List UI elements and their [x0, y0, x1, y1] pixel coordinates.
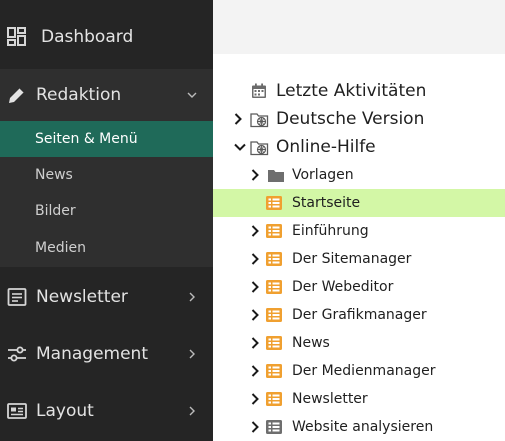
nav-seiten-menu[interactable]: Seiten & Menü: [0, 121, 213, 157]
tree-item-label: Einführung: [292, 223, 369, 239]
tree-item-der-grafikmanager[interactable]: Der Grafikmanager: [213, 301, 505, 329]
nav-seiten-menu-label: Seiten & Menü: [35, 131, 138, 147]
page-list-icon: [264, 362, 284, 380]
tree-item-website-analysieren[interactable]: Website analysieren: [213, 413, 505, 441]
tree-item-label: Startseite: [292, 195, 361, 211]
chevron-right-icon[interactable]: [231, 112, 245, 126]
page-list-icon: [264, 250, 284, 268]
nav-layout[interactable]: Layout: [0, 382, 213, 439]
page-list-icon: [264, 278, 284, 296]
tree-item-deutsche-version[interactable]: Deutsche Version: [213, 105, 505, 133]
tree-item-label: Vorlagen: [292, 167, 354, 183]
globe-folder-icon: [249, 110, 269, 128]
chevron-right-icon[interactable]: [248, 280, 262, 294]
tree-item-label: Online-Hilfe: [276, 137, 376, 157]
chevron-right-icon[interactable]: [248, 252, 262, 266]
tree-item-label: News: [292, 335, 330, 351]
page-list-gray-icon: [264, 418, 284, 436]
top-bar: [213, 0, 505, 54]
tree-item-label: Der Sitemanager: [292, 251, 412, 267]
chevron-right-icon[interactable]: [248, 168, 262, 182]
nav-medien-label: Medien: [35, 240, 86, 256]
nav-medien[interactable]: Medien: [0, 229, 213, 267]
nav-news[interactable]: News: [0, 157, 213, 193]
globe-folder-icon: [249, 138, 269, 156]
tree-item-label: Deutsche Version: [276, 109, 425, 129]
chevron-down-icon: [186, 89, 198, 101]
tree-item-der-webeditor[interactable]: Der Webeditor: [213, 273, 505, 301]
chevron-right-icon[interactable]: [248, 224, 262, 238]
chevron-right-icon[interactable]: [248, 336, 262, 350]
tree-item-label: Der Medienmanager: [292, 363, 436, 379]
tree-item-label: Letzte Aktivitäten: [276, 81, 427, 101]
chevron-right-icon: [186, 348, 198, 360]
tree-item-der-sitemanager[interactable]: Der Sitemanager: [213, 245, 505, 273]
folder-icon: [266, 166, 286, 184]
tree-item-news[interactable]: News: [213, 329, 505, 357]
chevron-right-icon[interactable]: [248, 392, 262, 406]
tree-item-einfuehrung[interactable]: Einführung: [213, 217, 505, 245]
sliders-icon: [7, 344, 27, 364]
newsletter-icon: [7, 287, 27, 307]
tree-item-newsletter[interactable]: Newsletter: [213, 385, 505, 413]
nav-redaktion-label: Redaktion: [36, 85, 122, 105]
tree-item-label: Newsletter: [292, 391, 368, 407]
calendar-icon: [249, 82, 269, 100]
page-list-icon: [264, 194, 284, 212]
chevron-right-icon[interactable]: [248, 308, 262, 322]
chevron-right-icon: [186, 291, 198, 303]
nav-bilder-label: Bilder: [35, 203, 76, 219]
chevron-right-icon[interactable]: [248, 420, 262, 434]
nav-newsletter[interactable]: Newsletter: [0, 268, 213, 325]
nav-dashboard-label: Dashboard: [41, 26, 134, 47]
tree-item-letzte-aktivitaeten[interactable]: Letzte Aktivitäten: [213, 77, 505, 105]
nav-news-label: News: [35, 167, 73, 183]
page-list-icon: [264, 390, 284, 408]
nav-newsletter-label: Newsletter: [36, 286, 128, 307]
tree-item-der-medienmanager[interactable]: Der Medienmanager: [213, 357, 505, 385]
chevron-down-icon[interactable]: [233, 140, 247, 154]
layout-icon: [7, 401, 27, 421]
nav-management[interactable]: Management: [0, 325, 213, 382]
nav-dashboard[interactable]: Dashboard: [0, 8, 213, 65]
pencil-icon: [7, 85, 27, 105]
nav-redaktion[interactable]: Redaktion: [0, 69, 213, 121]
chevron-right-icon: [186, 405, 198, 417]
tree-item-startseite[interactable]: Startseite: [213, 189, 505, 217]
tree-item-label: Der Webeditor: [292, 279, 394, 295]
nav-layout-label: Layout: [36, 400, 94, 421]
page-list-icon: [264, 334, 284, 352]
tree-item-label: Der Grafikmanager: [292, 307, 427, 323]
nav-bilder[interactable]: Bilder: [0, 193, 213, 229]
tree-item-vorlagen[interactable]: Vorlagen: [213, 161, 505, 189]
sidebar: Dashboard Redaktion Seiten & Menü News B…: [0, 0, 213, 441]
tree-item-online-hilfe[interactable]: Online-Hilfe: [213, 133, 505, 161]
page-list-icon: [264, 222, 284, 240]
page-list-icon: [264, 306, 284, 324]
chevron-right-icon[interactable]: [248, 364, 262, 378]
dashboard-icon: [7, 26, 27, 47]
tree-item-label: Website analysieren: [292, 419, 434, 435]
nav-management-label: Management: [36, 343, 148, 364]
